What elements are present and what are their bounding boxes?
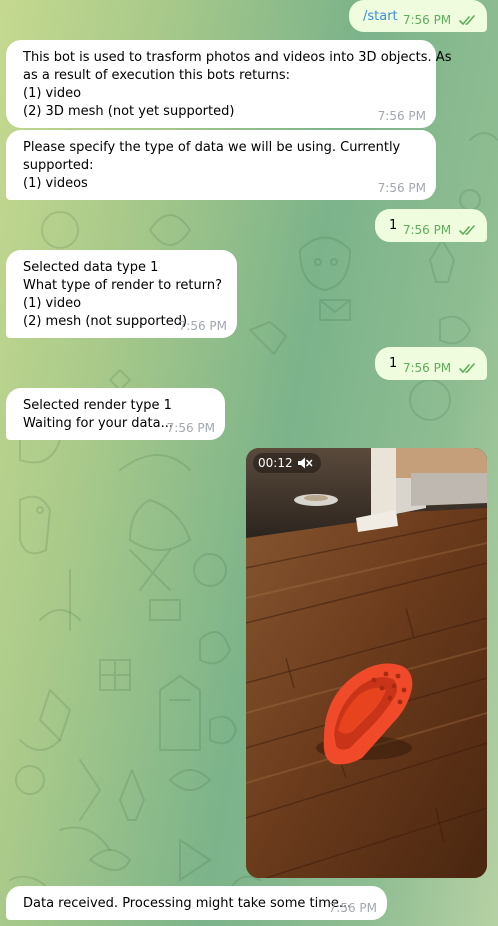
message-incoming-waiting[interactable]: Selected render type 1 Waiting for your … — [6, 388, 225, 440]
message-outgoing-start[interactable]: /start 7:56 PM — [349, 0, 487, 32]
message-text: Data received. Processing might take som… — [23, 896, 352, 911]
double-check-icon — [459, 363, 475, 373]
message-time: 7:56 PM — [166, 421, 215, 435]
message-time: 7:56 PM — [377, 109, 426, 123]
message-time: 7:56 PM — [178, 319, 227, 333]
video-duration: 00:12 — [258, 456, 293, 470]
message-text: Please specify the type of data we will … — [23, 140, 401, 191]
message-text: This bot is used to trasform photos and … — [23, 50, 452, 119]
message-incoming-data-type[interactable]: Please specify the type of data we will … — [6, 130, 436, 200]
message-time: 7:56 PM — [402, 13, 452, 27]
message-time: 7:56 PM — [328, 901, 377, 915]
message-outgoing-reply[interactable]: 1 7:56 PM — [375, 347, 487, 380]
message-incoming-render-type[interactable]: Selected data type 1 What type of render… — [6, 250, 237, 338]
message-outgoing-reply[interactable]: 1 7:56 PM — [375, 209, 487, 242]
message-time: 7:56 PM — [377, 181, 426, 195]
message-meta: 7:56 PM — [403, 361, 477, 375]
message-meta: 7:56 PM — [403, 13, 477, 27]
double-check-icon — [459, 225, 475, 235]
message-time: 7:56 PM — [402, 361, 452, 375]
speaker-muted-icon[interactable] — [297, 456, 313, 470]
message-meta: 7:56 PM — [403, 223, 477, 237]
message-incoming-intro[interactable]: This bot is used to trasform photos and … — [6, 40, 452, 128]
video-duration-badge[interactable]: 00:12 — [253, 453, 321, 473]
message-time: 7:56 PM — [402, 223, 452, 237]
video-thumbnail — [246, 448, 487, 878]
message-outgoing-video[interactable]: 00:12 — [246, 448, 487, 878]
message-incoming-data-received[interactable]: Data received. Processing might take som… — [6, 886, 387, 920]
double-check-icon — [459, 15, 475, 25]
